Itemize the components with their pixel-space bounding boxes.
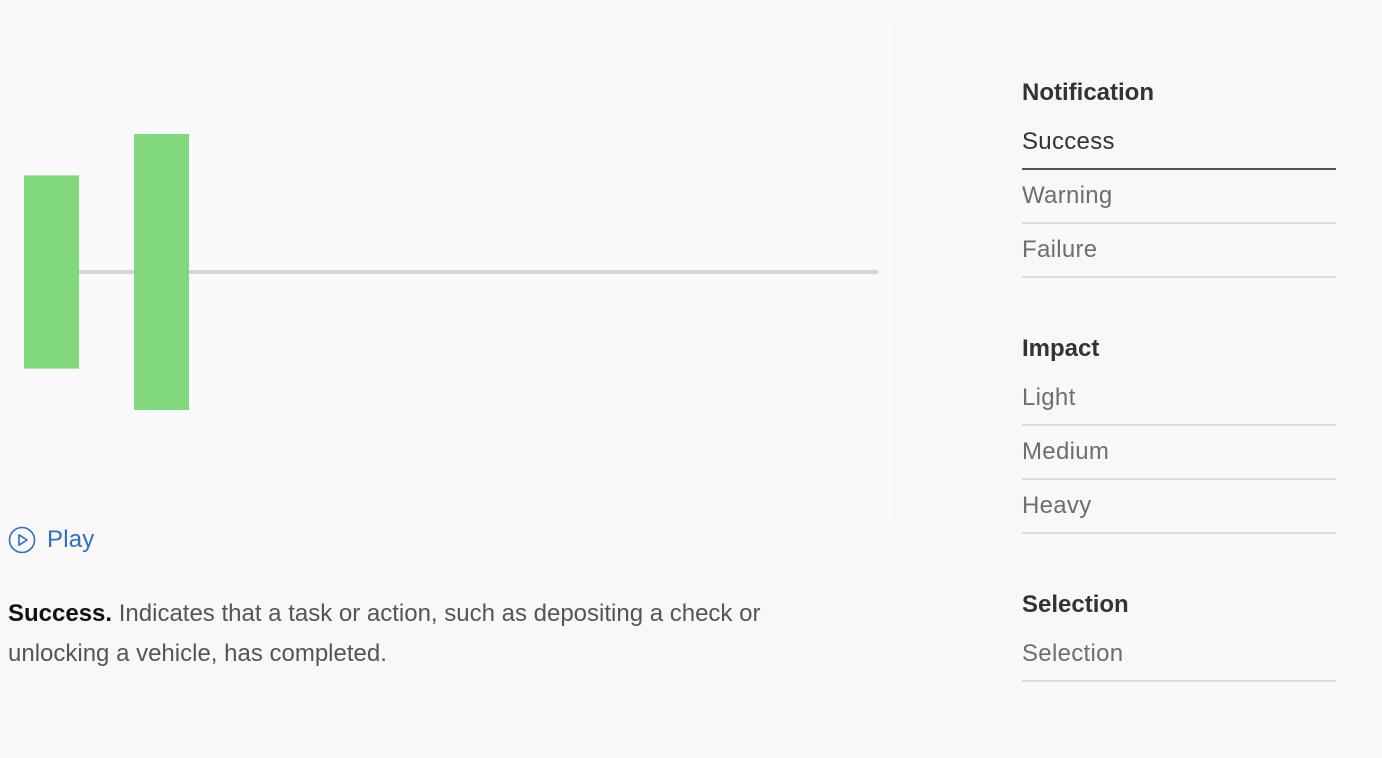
option-selection[interactable]: Selection — [1022, 628, 1336, 682]
section-title-notification: Notification — [1022, 79, 1154, 106]
description-text: Indicates that a task or action, such as… — [8, 600, 761, 667]
haptic-pulse-bar — [134, 134, 189, 410]
haptic-pattern-visualization — [0, 25, 892, 520]
section-selection: Selection Selection — [1022, 582, 1336, 682]
option-light[interactable]: Light — [1022, 372, 1336, 426]
play-circle-icon — [8, 526, 36, 554]
section-title-selection: Selection — [1022, 591, 1129, 618]
haptic-pattern-graph — [24, 134, 878, 410]
section-notification: Notification Success Warning Failure — [1022, 70, 1336, 278]
haptic-pulse-bar — [24, 175, 79, 369]
section-impact: Impact Light Medium Heavy — [1022, 326, 1336, 534]
option-medium[interactable]: Medium — [1022, 426, 1336, 480]
option-failure[interactable]: Failure — [1022, 224, 1336, 278]
description-term: Success. — [8, 600, 113, 627]
haptic-type-sidebar: Notification Success Warning Failure Imp… — [1022, 70, 1336, 730]
play-label: Play — [47, 526, 95, 553]
haptic-description: Success. Indicates that a task or action… — [8, 594, 868, 674]
play-button[interactable]: Play — [8, 524, 95, 556]
section-title-impact: Impact — [1022, 335, 1100, 362]
option-success[interactable]: Success — [1022, 116, 1336, 170]
option-warning[interactable]: Warning — [1022, 170, 1336, 224]
haptics-page: Play Success. Indicates that a task or a… — [0, 0, 1382, 758]
option-heavy[interactable]: Heavy — [1022, 480, 1336, 534]
